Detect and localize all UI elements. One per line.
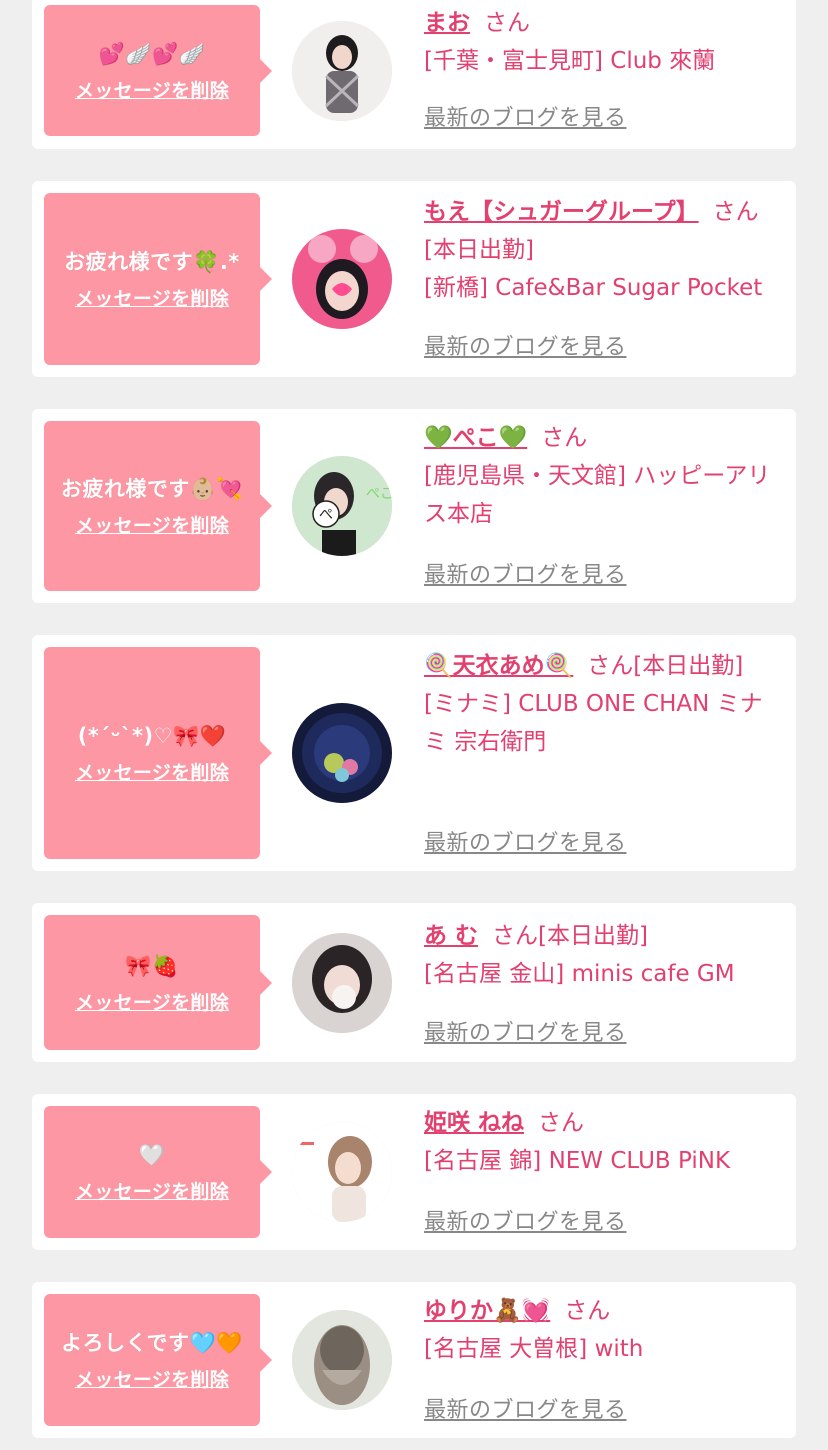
avatar[interactable] xyxy=(292,229,392,329)
message-text: (*´ᵕ`*)♡🎀❤️ xyxy=(77,724,227,748)
latest-blog-link[interactable]: 最新のブログを見る xyxy=(424,100,627,132)
message-card: 💕🪽💕🪽 メッセージを削除 まお さん [千葉・富士見町] Club 來蘭 最新の… xyxy=(32,0,796,149)
message-text: 🎀🍓 xyxy=(125,953,179,978)
san-label: さん xyxy=(564,1298,611,1324)
avatar[interactable] xyxy=(292,1122,392,1222)
message-bubble: 🎀🍓 メッセージを削除 xyxy=(44,915,272,1050)
avatar[interactable]: ぺ ぺこ xyxy=(292,456,392,556)
cast-info: まお さん [千葉・富士見町] Club 來蘭 xyxy=(424,4,784,80)
svg-text:ぺ: ぺ xyxy=(319,507,333,523)
cast-name-link[interactable]: 💚ぺこ💚 xyxy=(424,425,527,451)
cast-info: 🍭天衣あめ🍭 さん[本日出勤] [ミナミ] CLUB ONE CHAN ミナミ 宗… xyxy=(424,647,784,761)
latest-blog-link[interactable]: 最新のブログを見る xyxy=(424,825,627,857)
delete-message-link[interactable]: メッセージを削除 xyxy=(75,1178,229,1206)
shop-text: [ミナミ] CLUB ONE CHAN ミナミ 宗右衛門 xyxy=(424,691,763,755)
cast-info: 姫咲 ねね さん [名古屋 錦] NEW CLUB PiNK xyxy=(424,1104,784,1180)
shop-text: [名古屋 錦] NEW CLUB PiNK xyxy=(424,1148,731,1174)
shop-text: [名古屋 大曽根] with xyxy=(424,1336,644,1362)
delete-message-link[interactable]: メッセージを削除 xyxy=(75,285,229,313)
message-card: (*´ᵕ`*)♡🎀❤️ メッセージを削除 🍭天衣あめ🍭 さん[本日出勤] [ミナミ… xyxy=(32,635,796,871)
message-bubble: (*´ᵕ`*)♡🎀❤️ メッセージを削除 xyxy=(44,647,272,859)
cast-info: ゆりか🧸💓 さん [名古屋 大曽根] with xyxy=(424,1292,784,1368)
attendance-label: [本日出勤] xyxy=(633,653,744,679)
delete-message-link[interactable]: メッセージを削除 xyxy=(75,512,229,540)
message-bubble: よろしくです🩵🧡 メッセージを削除 xyxy=(44,1294,272,1426)
message-text: お疲れ様です🍀.* xyxy=(64,250,240,274)
shop-text: [新橋] Cafe&Bar Sugar Pocket xyxy=(424,275,763,301)
message-bubble: お疲れ様です👶🏼💘 メッセージを削除 xyxy=(44,421,272,591)
latest-blog-link[interactable]: 最新のブログを見る xyxy=(424,1015,627,1047)
cast-name-link[interactable]: ゆりか🧸💓 xyxy=(424,1298,550,1324)
message-card: 🎀🍓 メッセージを削除 あ むさん[本日出勤] [名古屋 金山] minis c… xyxy=(32,903,796,1062)
san-label: さん xyxy=(587,653,634,679)
message-text: 🤍 xyxy=(138,1143,166,1167)
san-label: さん xyxy=(712,199,759,225)
message-bubble: お疲れ様です🍀.* メッセージを削除 xyxy=(44,193,272,365)
cast-info: 💚ぺこ💚 さん [鹿児島県・天文館] ハッピーアリス本店 xyxy=(424,419,784,533)
cast-name-link[interactable]: 姫咲 ねね xyxy=(424,1110,524,1136)
avatar[interactable] xyxy=(292,933,392,1033)
message-text: お疲れ様です👶🏼💘 xyxy=(60,477,244,501)
cast-name-link[interactable]: あ む xyxy=(424,923,478,949)
message-card: よろしくです🩵🧡 メッセージを削除 ゆりか🧸💓 さん [名古屋 大曽根] with… xyxy=(32,1282,796,1438)
delete-message-link[interactable]: メッセージを削除 xyxy=(75,1366,229,1394)
avatar[interactable] xyxy=(292,21,392,121)
cast-name-link[interactable]: まお xyxy=(424,10,470,36)
message-card: お疲れ様です👶🏼💘 メッセージを削除 ぺ ぺこ 💚ぺこ💚 さん [鹿児島県・天文館]… xyxy=(32,409,796,603)
message-bubble: 💕🪽💕🪽 メッセージを削除 xyxy=(44,5,272,136)
san-label: さん xyxy=(492,923,539,949)
delete-message-link[interactable]: メッセージを削除 xyxy=(75,759,229,787)
message-bubble: 🤍 メッセージを削除 xyxy=(44,1106,272,1238)
cast-info: もえ【シュガーグループ】 さん [本日出勤] [新橋] Cafe&Bar Sugar… xyxy=(424,193,784,307)
attendance-label: [本日出勤] xyxy=(538,923,648,949)
shop-text: [千葉・富士見町] Club 來蘭 xyxy=(424,48,716,74)
cast-name-link[interactable]: 🍭天衣あめ🍭 xyxy=(424,653,573,679)
shop-text: [名古屋 金山] minis cafe GM xyxy=(424,961,735,987)
message-card: 🤍 メッセージを削除 姫咲 ねね さん [名古屋 錦] NEW CLUB PiNK… xyxy=(32,1094,796,1250)
avatar[interactable] xyxy=(292,703,392,803)
san-label: さん xyxy=(538,1110,585,1136)
svg-text:ぺこ: ぺこ xyxy=(366,486,392,502)
attendance-label: [本日出勤] xyxy=(424,237,534,263)
cast-name-link[interactable]: もえ【シュガーグループ】 xyxy=(424,199,699,225)
latest-blog-link[interactable]: 最新のブログを見る xyxy=(424,329,627,361)
san-label: さん xyxy=(541,425,588,451)
cast-info: あ むさん[本日出勤] [名古屋 金山] minis cafe GM xyxy=(424,917,784,993)
message-text: よろしくです🩵🧡 xyxy=(61,1331,243,1355)
shop-text: [鹿児島県・天文館] ハッピーアリス本店 xyxy=(424,463,771,527)
latest-blog-link[interactable]: 最新のブログを見る xyxy=(424,1392,627,1424)
delete-message-link[interactable]: メッセージを削除 xyxy=(75,77,229,105)
delete-message-link[interactable]: メッセージを削除 xyxy=(75,989,229,1017)
avatar[interactable] xyxy=(292,1310,392,1410)
latest-blog-link[interactable]: 最新のブログを見る xyxy=(424,1204,627,1236)
message-text: 💕🪽💕🪽 xyxy=(98,41,206,66)
message-card: お疲れ様です🍀.* メッセージを削除 もえ【シュガーグループ】 さん [本日出勤] … xyxy=(32,181,796,377)
san-label: さん xyxy=(484,10,530,36)
latest-blog-link[interactable]: 最新のブログを見る xyxy=(424,557,627,589)
